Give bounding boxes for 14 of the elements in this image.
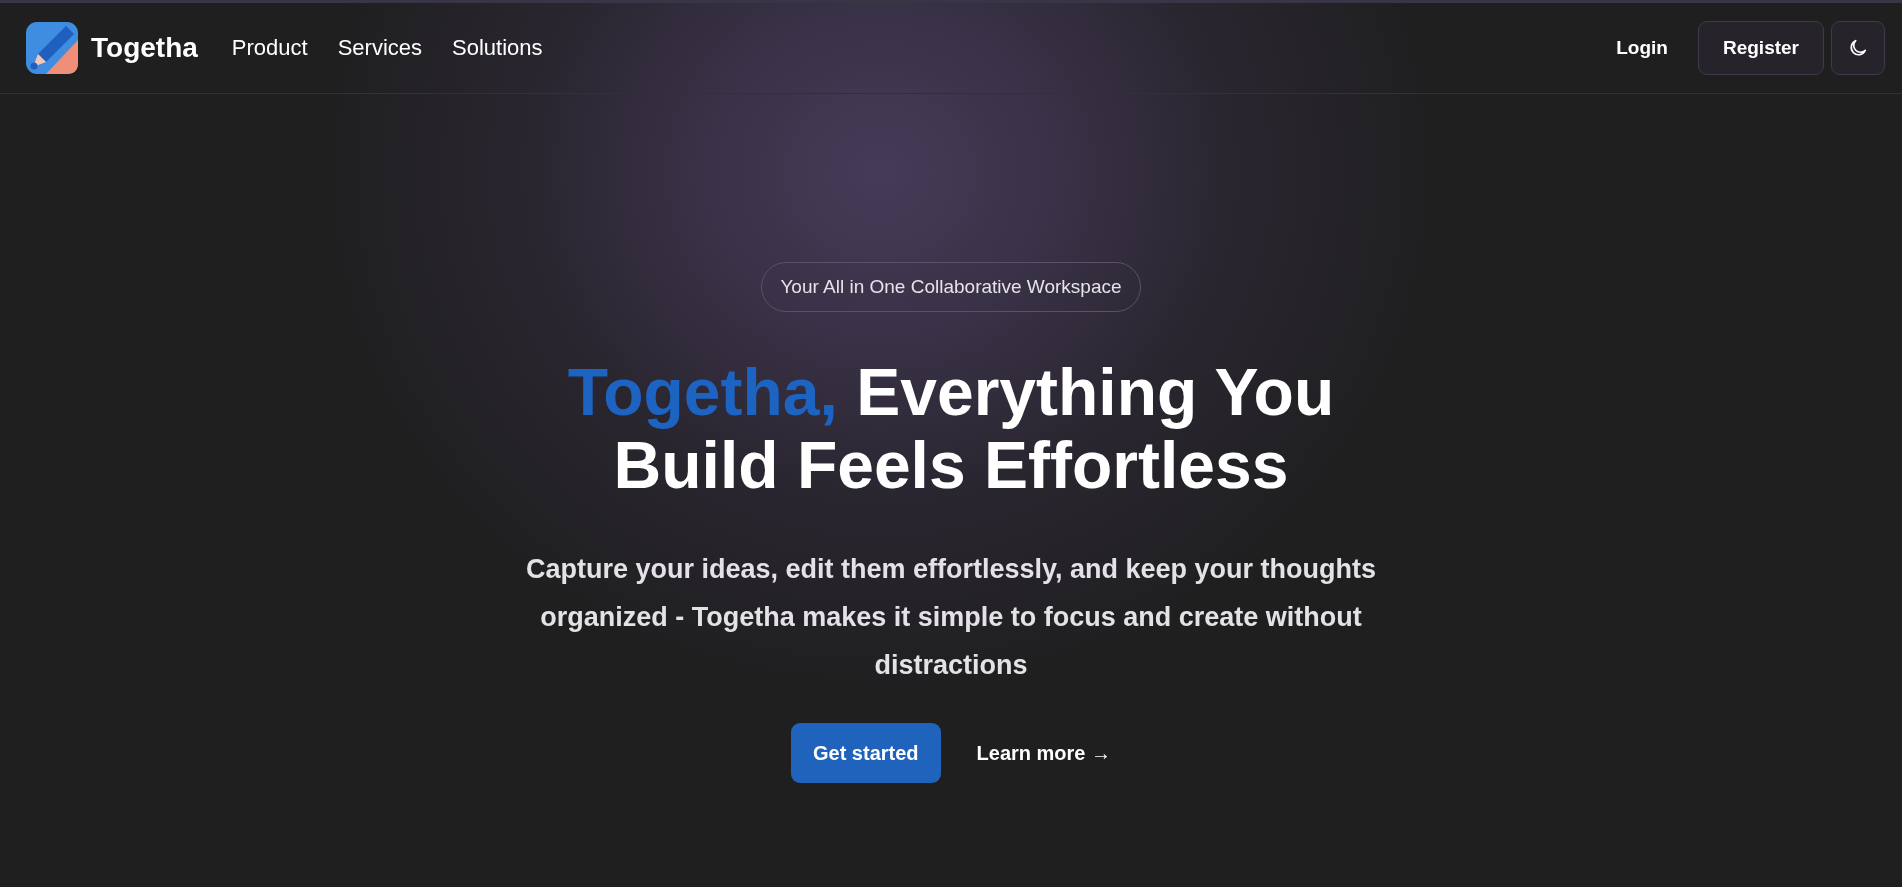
login-link[interactable]: Login	[1616, 37, 1668, 59]
nav-link[interactable]: Services	[337, 35, 422, 61]
hero-heading: Togetha, Everything You Build Feels Effortless	[566, 356, 1336, 502]
moon-icon	[1847, 37, 1869, 59]
nav-link[interactable]: Solutions	[452, 35, 543, 61]
pencil-logo-icon	[26, 22, 78, 74]
tagline-badge: Your All in One Collaborative Workspace	[761, 262, 1141, 312]
register-button[interactable]: Register	[1697, 21, 1824, 75]
brand-link[interactable]: Togetha	[26, 22, 198, 74]
nav-link[interactable]: Product	[231, 35, 308, 61]
get-started-button[interactable]: Get started	[790, 723, 941, 784]
hero-description: Capture your ideas, edit them effortlessly, and keep your thoughts organized - Togetha makes it simple to focus and create without distractions	[524, 553, 1378, 683]
learn-more-link[interactable]: Learn more →	[976, 741, 1112, 765]
theme-toggle-button[interactable]	[1831, 21, 1885, 75]
